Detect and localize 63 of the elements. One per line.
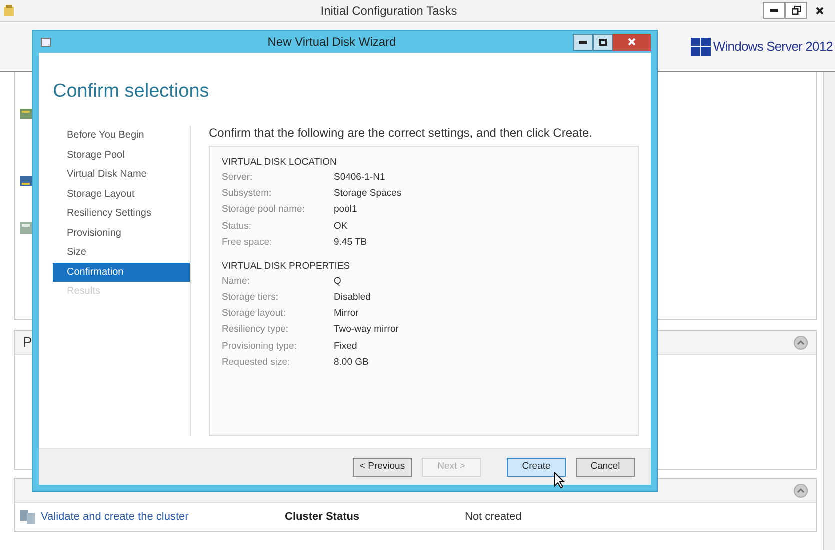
cluster-icon <box>19 509 37 525</box>
field-value: 9.45 TB <box>334 236 368 250</box>
field-value: Mirror <box>334 307 359 322</box>
collapse-icon[interactable] <box>794 336 808 350</box>
wizard-button[interactable]: Cancel <box>576 458 635 476</box>
wizard-step[interactable]: Storage Pool <box>53 146 190 165</box>
product-name: Windows Server 2012 <box>713 38 833 56</box>
field-value: OK <box>334 220 348 234</box>
field-label: Resiliency type: <box>222 323 290 338</box>
wizard-step[interactable]: Before You Begin <box>53 126 190 146</box>
field-value: Storage Spaces <box>334 187 402 202</box>
wizard-step[interactable]: Storage Layout <box>53 184 190 204</box>
wizard-step[interactable]: Provisioning <box>53 224 190 243</box>
minimize-button[interactable] <box>573 34 593 50</box>
field-label: Server: <box>222 170 254 185</box>
field-value: pool1 <box>334 203 358 218</box>
field-value: Q <box>334 274 342 289</box>
field-label: Storage layout: <box>222 307 287 322</box>
field-value: S0406-1-N1 <box>334 170 386 185</box>
wizard-step[interactable]: Virtual Disk Name <box>53 165 190 184</box>
mouse-cursor-icon <box>554 472 566 489</box>
windows-logo-icon <box>691 38 712 56</box>
close-icon <box>816 6 824 14</box>
field-label: Requested size: <box>222 356 292 370</box>
field-label: Subsystem: <box>222 187 273 202</box>
restore-icon <box>792 6 800 15</box>
app-icon <box>3 4 15 16</box>
window-title: Initial Configuration Tasks <box>320 2 458 20</box>
field-value: 8.00 GB <box>334 356 369 370</box>
instruction-text: Confirm that the following are the correct settings, and then click Create. <box>209 126 594 140</box>
status-label: Cluster Status <box>285 510 361 525</box>
page-heading: Confirm selections <box>53 80 210 104</box>
group-heading: VIRTUAL DISK LOCATION <box>222 156 338 170</box>
window-icon <box>41 38 51 46</box>
pool-icon <box>19 107 33 121</box>
field-label: Storage tiers: <box>222 291 280 306</box>
field-label: Free space: <box>222 236 274 250</box>
section-title: P <box>23 333 32 352</box>
wizard-button[interactable]: Create <box>507 458 566 476</box>
wizard-step[interactable]: Confirmation <box>53 262 190 282</box>
field-value: Disabled <box>334 291 371 306</box>
restore-button[interactable] <box>785 2 807 19</box>
field-value: Two-way mirror <box>334 323 399 338</box>
window-title: New Virtual Disk Wizard <box>266 34 398 51</box>
field-label: Name: <box>222 274 251 289</box>
field-value: Fixed <box>334 340 358 354</box>
server-icon <box>19 221 33 235</box>
collapse-icon[interactable] <box>794 484 808 498</box>
group-heading: VIRTUAL DISK PROPERTIES <box>222 260 352 274</box>
wizard-step[interactable]: Size <box>53 243 190 262</box>
minimize-icon <box>579 40 587 44</box>
status-value: Not created <box>465 510 522 525</box>
wizard-step[interactable]: Resiliency Settings <box>53 204 190 224</box>
wizard-button[interactable]: < Previous <box>353 458 412 476</box>
field-label: Status: <box>222 220 253 234</box>
task-link[interactable]: Validate and create the cluster <box>41 508 285 526</box>
close-icon <box>628 38 636 46</box>
minimize-icon <box>770 9 778 12</box>
maximize-icon <box>599 38 607 46</box>
field-label: Provisioning type: <box>222 340 298 354</box>
maximize-button[interactable] <box>593 34 613 50</box>
field-label: Storage pool name: <box>222 203 306 218</box>
minimize-button[interactable] <box>763 2 785 19</box>
